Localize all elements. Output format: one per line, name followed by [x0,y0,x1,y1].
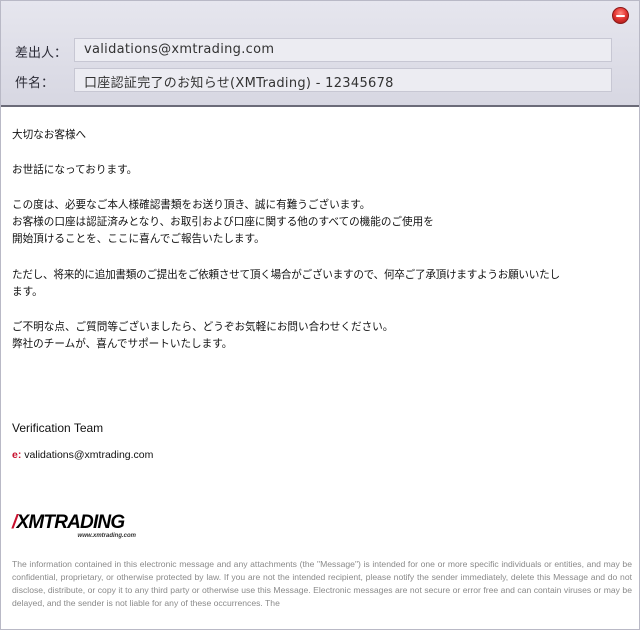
para1-line2: お客様の口座は認証済みとなり、お取引および口座に関する他のすべての機能のご使用を [12,216,434,228]
email-prefix: e: [12,449,22,461]
subject-row: 件名： 口座認証完了のお知らせ(XMTrading) - 12345678 [1,68,640,92]
close-icon[interactable] [612,7,629,24]
subject-label: 件名： [15,76,55,91]
disclaimer-text: The information contained in this electr… [12,559,632,608]
email-window: 差出人： validations@xmtrading.com 件名： 口座認証完… [0,0,640,630]
intro-text: お世話になっております。 [12,164,138,176]
para3-line1: ご不明な点、ご質問等ございましたら、どうぞお気軽にお問い合わせください。 [12,321,394,333]
from-field[interactable]: validations@xmtrading.com [74,38,612,62]
para3-line2: 弊社のチームが、喜んでサポートいたします。 [12,338,233,350]
from-label: 差出人： [15,46,68,61]
para2-line2: ます。 [12,286,43,298]
signature-email[interactable]: validations@xmtrading.com [24,449,153,461]
email-header: 差出人： validations@xmtrading.com 件名： 口座認証完… [1,1,639,107]
signature-email-line: e: validations@xmtrading.com [12,447,153,465]
subject-field[interactable]: 口座認証完了のお知らせ(XMTrading) - 12345678 [74,68,612,92]
logo-url: www.xmtrading.com [77,533,136,539]
greeting: 大切なお客様へ [12,129,87,141]
from-row: 差出人： validations@xmtrading.com [1,38,640,62]
para2-line1: ただし、将来的に追加書類のご提出をご依頼させて頂く場合がございますので、何卒ご了… [12,269,560,281]
logo-name: XMTRADING [16,512,125,533]
para1-line3: 開始頂けることを、ここに喜んでご報告いたします。 [12,233,265,245]
para1-line1: この度は、必要なご本人様確認書類をお送り頂き、誠に有難うございます。 [12,199,371,211]
signature-team: Verification Team [12,421,104,435]
xmtrading-logo: /XMTRADING www.xmtrading.com [12,513,136,540]
